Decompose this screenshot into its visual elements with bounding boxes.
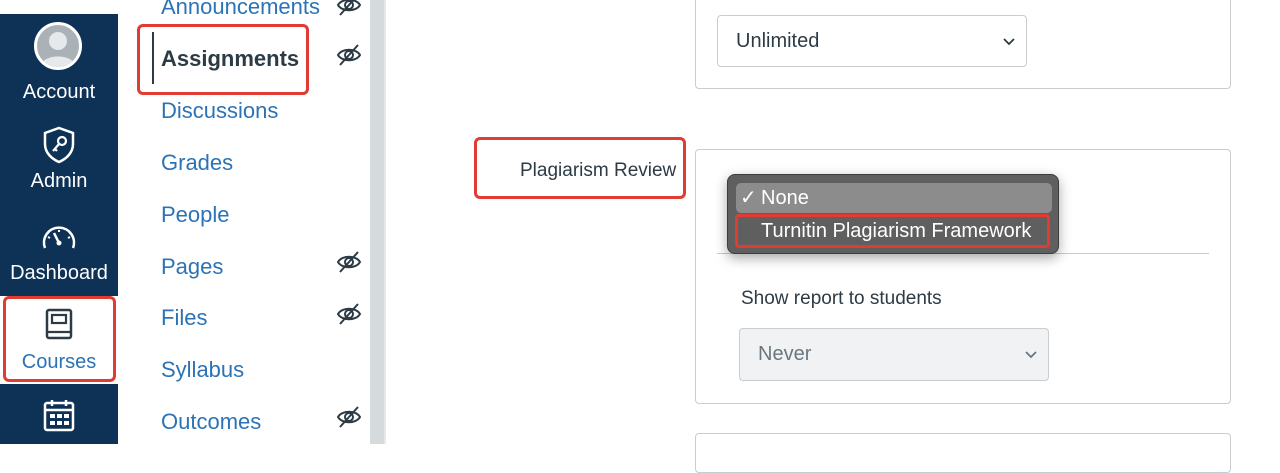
hidden-eye-icon[interactable] bbox=[336, 404, 362, 430]
nav-dashboard-label: Dashboard bbox=[10, 262, 108, 284]
chevron-down-icon bbox=[1025, 351, 1037, 359]
show-report-select-value: Never bbox=[758, 343, 812, 365]
courses-highlight-box bbox=[3, 296, 116, 382]
plagiarism-review-label: Plagiarism Review bbox=[520, 160, 677, 181]
option-none-label: None bbox=[761, 187, 809, 209]
shield-icon bbox=[43, 126, 75, 164]
turnitin-highlight-box bbox=[735, 214, 1050, 248]
hidden-eye-icon[interactable] bbox=[336, 249, 362, 275]
attempts-select[interactable]: Unlimited bbox=[717, 15, 1027, 67]
hidden-eye-icon[interactable] bbox=[336, 301, 362, 327]
option-none[interactable]: ✓ None bbox=[736, 183, 1052, 213]
course-nav-announcements[interactable]: Announcements bbox=[161, 0, 320, 20]
hidden-eye-icon[interactable] bbox=[336, 42, 362, 68]
nav-admin[interactable]: Admin bbox=[0, 112, 118, 202]
chevron-down-icon bbox=[1003, 38, 1015, 46]
course-nav-files[interactable]: Files bbox=[161, 305, 207, 331]
dashboard-icon bbox=[42, 226, 76, 249]
nav-account[interactable]: Account bbox=[0, 14, 118, 112]
assignments-highlight-box bbox=[137, 24, 309, 95]
show-report-select[interactable]: Never bbox=[739, 328, 1049, 381]
course-nav-outcomes[interactable]: Outcomes bbox=[161, 409, 261, 435]
attempts-select-value: Unlimited bbox=[736, 30, 820, 52]
checkmark-icon: ✓ bbox=[740, 187, 757, 209]
nav-dashboard[interactable]: Dashboard bbox=[0, 202, 118, 292]
course-nav-syllabus[interactable]: Syllabus bbox=[161, 357, 244, 383]
hidden-eye-icon[interactable] bbox=[336, 0, 362, 18]
calendar-icon bbox=[43, 400, 75, 432]
course-nav-discussions[interactable]: Discussions bbox=[161, 98, 278, 124]
course-nav-grades[interactable]: Grades bbox=[161, 150, 233, 176]
user-icon bbox=[40, 32, 76, 67]
avatar bbox=[34, 22, 82, 70]
nav-divider-edge bbox=[384, 0, 386, 444]
nav-account-label: Account bbox=[22, 81, 96, 103]
nav-divider bbox=[370, 0, 384, 444]
course-nav-pages[interactable]: Pages bbox=[161, 254, 223, 280]
nav-calendar[interactable] bbox=[0, 384, 118, 444]
course-nav-people[interactable]: People bbox=[161, 202, 230, 228]
next-panel bbox=[695, 433, 1231, 473]
show-report-label: Show report to students bbox=[741, 288, 942, 309]
nav-admin-label: Admin bbox=[30, 170, 88, 192]
